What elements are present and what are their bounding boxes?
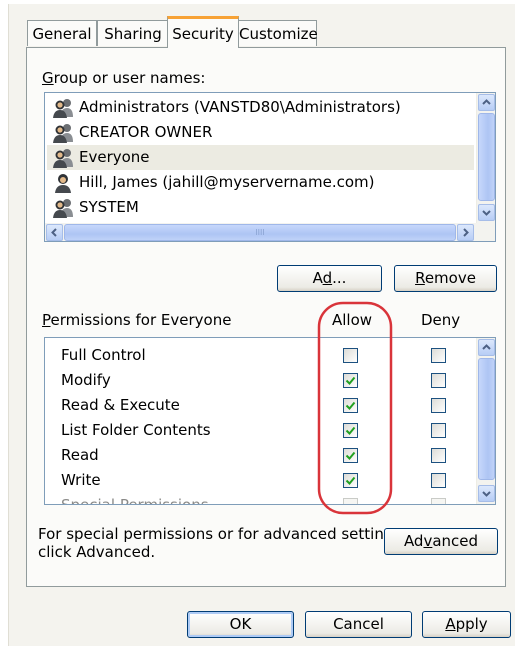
chevron-right-icon	[463, 228, 469, 237]
deny-checkbox-read[interactable]	[431, 448, 446, 463]
ok-button[interactable]: OK	[187, 611, 294, 638]
add-label-rest: ...	[332, 269, 347, 287]
scroll-grip: IIII	[255, 228, 265, 237]
scroll-up-button[interactable]	[478, 339, 495, 356]
permission-name: Write	[61, 471, 101, 489]
deny-checkbox-modify[interactable]	[431, 373, 446, 388]
deny-checkbox-special[interactable]	[431, 498, 446, 504]
group-icon	[53, 99, 73, 118]
chevron-down-icon	[482, 210, 491, 216]
list-item-hill-james[interactable]: Hill, James (jahill@myservername.com)	[47, 170, 474, 195]
allow-highlight-circle	[317, 301, 393, 515]
cancel-button[interactable]: Cancel	[305, 611, 412, 638]
group-icon	[53, 199, 73, 218]
permission-name: Modify	[61, 371, 111, 389]
list-item-everyone[interactable]: Everyone	[47, 145, 474, 170]
add-label-a: A	[312, 269, 323, 287]
user-name: CREATOR OWNER	[79, 123, 213, 141]
deny-column-header: Deny	[421, 311, 461, 329]
tab-sharing[interactable]: Sharing	[97, 20, 169, 46]
user-name: Everyone	[79, 148, 150, 166]
advanced-label-pre: Ad	[403, 532, 424, 550]
permission-name: Full Control	[61, 346, 146, 364]
label-text: roup or user names:	[53, 69, 206, 87]
deny-checkbox-full-control[interactable]	[431, 348, 446, 363]
permission-row-list-folder-contents: List Folder Contents	[61, 419, 211, 441]
permissions-vertical-scrollbar[interactable]	[476, 338, 495, 504]
tab-customize[interactable]: Customize	[238, 20, 318, 46]
label-access-key: G	[42, 69, 54, 87]
scroll-thumb[interactable]	[478, 358, 495, 480]
permission-name: Read	[61, 446, 99, 464]
remove-button[interactable]: Remove	[394, 265, 497, 292]
permission-name: List Folder Contents	[61, 421, 211, 439]
scroll-right-button[interactable]	[457, 224, 474, 241]
tab-security-label: Security	[172, 25, 234, 43]
user-list[interactable]: Administrators (VANSTD80\Administrators)…	[44, 92, 496, 242]
user-name: Hill, James (jahill@myservername.com)	[79, 173, 375, 191]
permission-row-read: Read	[61, 444, 99, 466]
scroll-down-button[interactable]	[478, 485, 495, 502]
user-list-horizontal-scrollbar[interactable]: IIII	[45, 223, 476, 241]
chevron-left-icon	[51, 228, 57, 237]
cancel-label: Cancel	[333, 615, 384, 633]
deny-checkbox-read-execute[interactable]	[431, 398, 446, 413]
advanced-note-line1: For special permissions or for advanced …	[38, 525, 406, 543]
add-access-key: d	[322, 269, 333, 287]
apply-button[interactable]: Apply	[422, 611, 511, 638]
scroll-corner	[476, 223, 495, 241]
permission-name: Read & Execute	[61, 396, 180, 414]
deny-checkbox-list-folder-contents[interactable]	[431, 423, 446, 438]
scroll-down-button[interactable]	[478, 204, 495, 221]
tab-general-label: General	[32, 25, 92, 43]
chevron-up-icon	[482, 344, 491, 350]
group-icon	[53, 124, 73, 143]
chevron-up-icon	[482, 99, 491, 105]
permission-row-read-execute: Read & Execute	[61, 394, 180, 416]
group-user-names-label: Group or user names:	[42, 69, 205, 87]
apply-label-rest: pply	[455, 615, 488, 633]
permission-row-write: Write	[61, 469, 101, 491]
permission-row-full-control: Full Control	[61, 344, 146, 366]
advanced-note: For special permissions or for advanced …	[38, 525, 406, 561]
ok-label: OK	[229, 615, 252, 633]
user-name: Administrators (VANSTD80\Administrators)	[79, 98, 401, 116]
scroll-up-button[interactable]	[478, 94, 495, 111]
label-access-key: P	[42, 311, 51, 329]
properties-dialog: General Sharing Security Customize Group…	[8, 4, 515, 646]
scroll-thumb-horizontal[interactable]: IIII	[64, 224, 456, 241]
user-name: SYSTEM	[79, 198, 139, 216]
permission-name: Special Permissions	[61, 496, 209, 504]
user-list-vertical-scrollbar[interactable]	[476, 93, 495, 223]
tab-customize-label: Customize	[239, 25, 318, 43]
apply-access-key: A	[445, 615, 456, 633]
permissions-list[interactable]: Full Control Modify Read & Execute List …	[44, 337, 496, 505]
advanced-button[interactable]: Advanced	[384, 528, 498, 555]
deny-checkbox-write[interactable]	[431, 473, 446, 488]
list-item-administrators[interactable]: Administrators (VANSTD80\Administrators)	[47, 95, 474, 120]
user-icon	[55, 174, 71, 193]
scroll-thumb[interactable]	[478, 113, 495, 201]
remove-access-key: R	[415, 269, 425, 287]
list-item-system[interactable]: SYSTEM	[47, 195, 474, 220]
scroll-left-button[interactable]	[46, 224, 63, 241]
remove-label-rest: emove	[424, 269, 476, 287]
advanced-note-line2: click Advanced.	[38, 543, 156, 561]
advanced-label-post: anced	[432, 532, 479, 550]
tab-security[interactable]: Security	[167, 16, 239, 48]
tab-general[interactable]: General	[27, 20, 97, 46]
permission-row-modify: Modify	[61, 369, 111, 391]
security-tab-panel: Group or user names: Administrators (VAN…	[26, 47, 506, 587]
permission-row-special: Special Permissions	[61, 494, 209, 504]
list-item-creator-owner[interactable]: CREATOR OWNER	[47, 120, 474, 145]
tab-sharing-label: Sharing	[104, 25, 162, 43]
add-button[interactable]: Ad...	[277, 265, 382, 292]
chevron-down-icon	[482, 491, 491, 497]
permissions-for-label: Permissions for Everyone	[42, 311, 231, 329]
label-text: ermissions for Everyone	[50, 311, 232, 329]
group-icon	[53, 149, 73, 168]
